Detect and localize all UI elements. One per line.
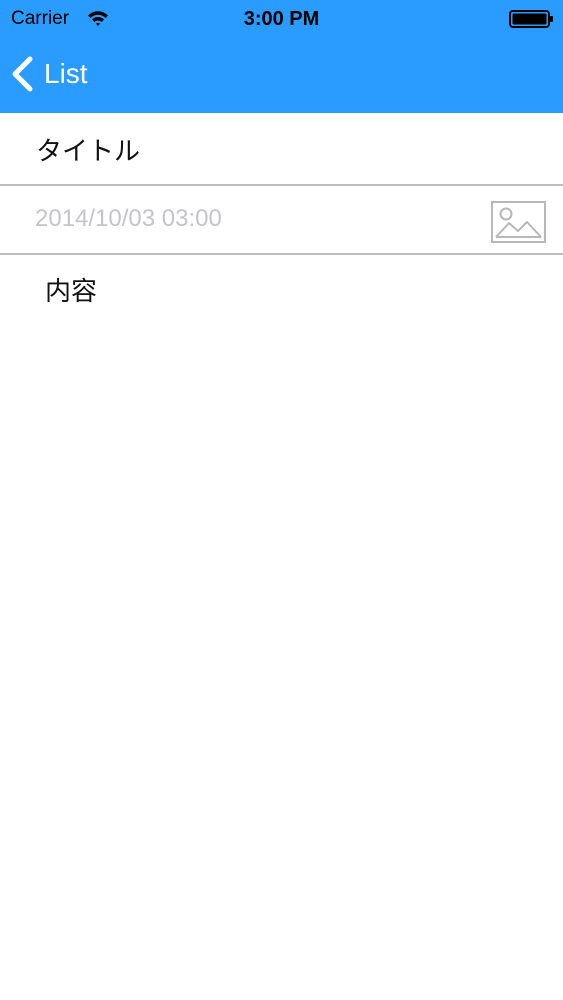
date-label: 2014/10/03 03:00 xyxy=(35,205,222,232)
back-button-label: List xyxy=(44,58,88,89)
battery-icon xyxy=(509,10,553,28)
title-field[interactable]: タイトル xyxy=(36,135,140,167)
chevron-left-icon xyxy=(12,56,33,92)
status-time: 3:00 PM xyxy=(243,8,320,30)
navigation-bar: List xyxy=(0,40,563,113)
content-area[interactable]: 内容 xyxy=(0,255,563,1000)
status-bar: Carrier 3:00 PM xyxy=(0,0,563,40)
top-bar: Carrier 3:00 PM List xyxy=(0,0,563,113)
title-row: タイトル xyxy=(0,113,563,186)
date-row: 2014/10/03 03:00 xyxy=(0,186,563,255)
back-button[interactable]: List xyxy=(10,54,88,94)
screen: Carrier 3:00 PM List タイトル 2014/10/03 03:… xyxy=(0,0,563,1000)
image-placeholder-icon[interactable] xyxy=(491,201,546,243)
content-field[interactable]: 内容 xyxy=(45,275,97,307)
